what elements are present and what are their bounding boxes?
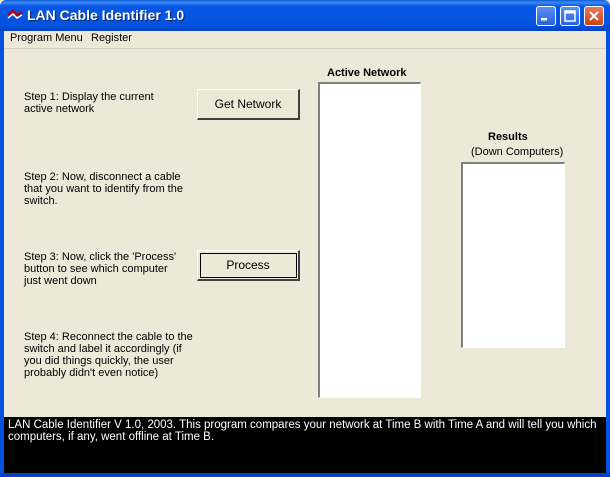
minimize-button[interactable] xyxy=(536,6,556,26)
maximize-icon xyxy=(564,10,576,22)
maximize-button[interactable] xyxy=(560,6,580,26)
menu-program[interactable]: Program Menu xyxy=(10,32,83,44)
process-button[interactable]: Process xyxy=(197,250,300,281)
results-list[interactable] xyxy=(461,162,565,348)
results-sublabel: (Down Computers) xyxy=(471,146,564,158)
title-bar[interactable]: LAN Cable Identifier 1.0 xyxy=(0,0,610,31)
close-button[interactable] xyxy=(584,6,604,26)
active-network-list[interactable] xyxy=(318,82,421,398)
cable-icon xyxy=(7,9,23,19)
results-label: Results xyxy=(488,131,528,143)
menu-register[interactable]: Register xyxy=(91,32,132,44)
get-network-button[interactable]: Get Network xyxy=(197,89,300,120)
window-frame-right xyxy=(606,31,610,477)
active-network-label: Active Network xyxy=(327,67,407,79)
close-icon xyxy=(589,11,599,21)
menu-bar: Program Menu Register xyxy=(4,31,606,49)
app-window: LAN Cable Identifier 1.0 Program Menu Re… xyxy=(0,0,610,477)
step1-text: Step 1: Display the current active netwo… xyxy=(24,91,154,115)
step4-text: Step 4: Reconnect the cable to the switc… xyxy=(24,331,193,379)
window-title: LAN Cable Identifier 1.0 xyxy=(27,7,185,23)
main-panel: Step 1: Display the current active netwo… xyxy=(4,50,606,417)
minimize-icon xyxy=(541,18,547,21)
step3-text: Step 3: Now, click the 'Process' button … xyxy=(24,251,177,287)
window-frame-bottom xyxy=(0,473,610,477)
status-panel: LAN Cable Identifier V 1.0, 2003. This p… xyxy=(4,417,606,473)
step2-text: Step 2: Now, disconnect a cable that you… xyxy=(24,171,183,207)
